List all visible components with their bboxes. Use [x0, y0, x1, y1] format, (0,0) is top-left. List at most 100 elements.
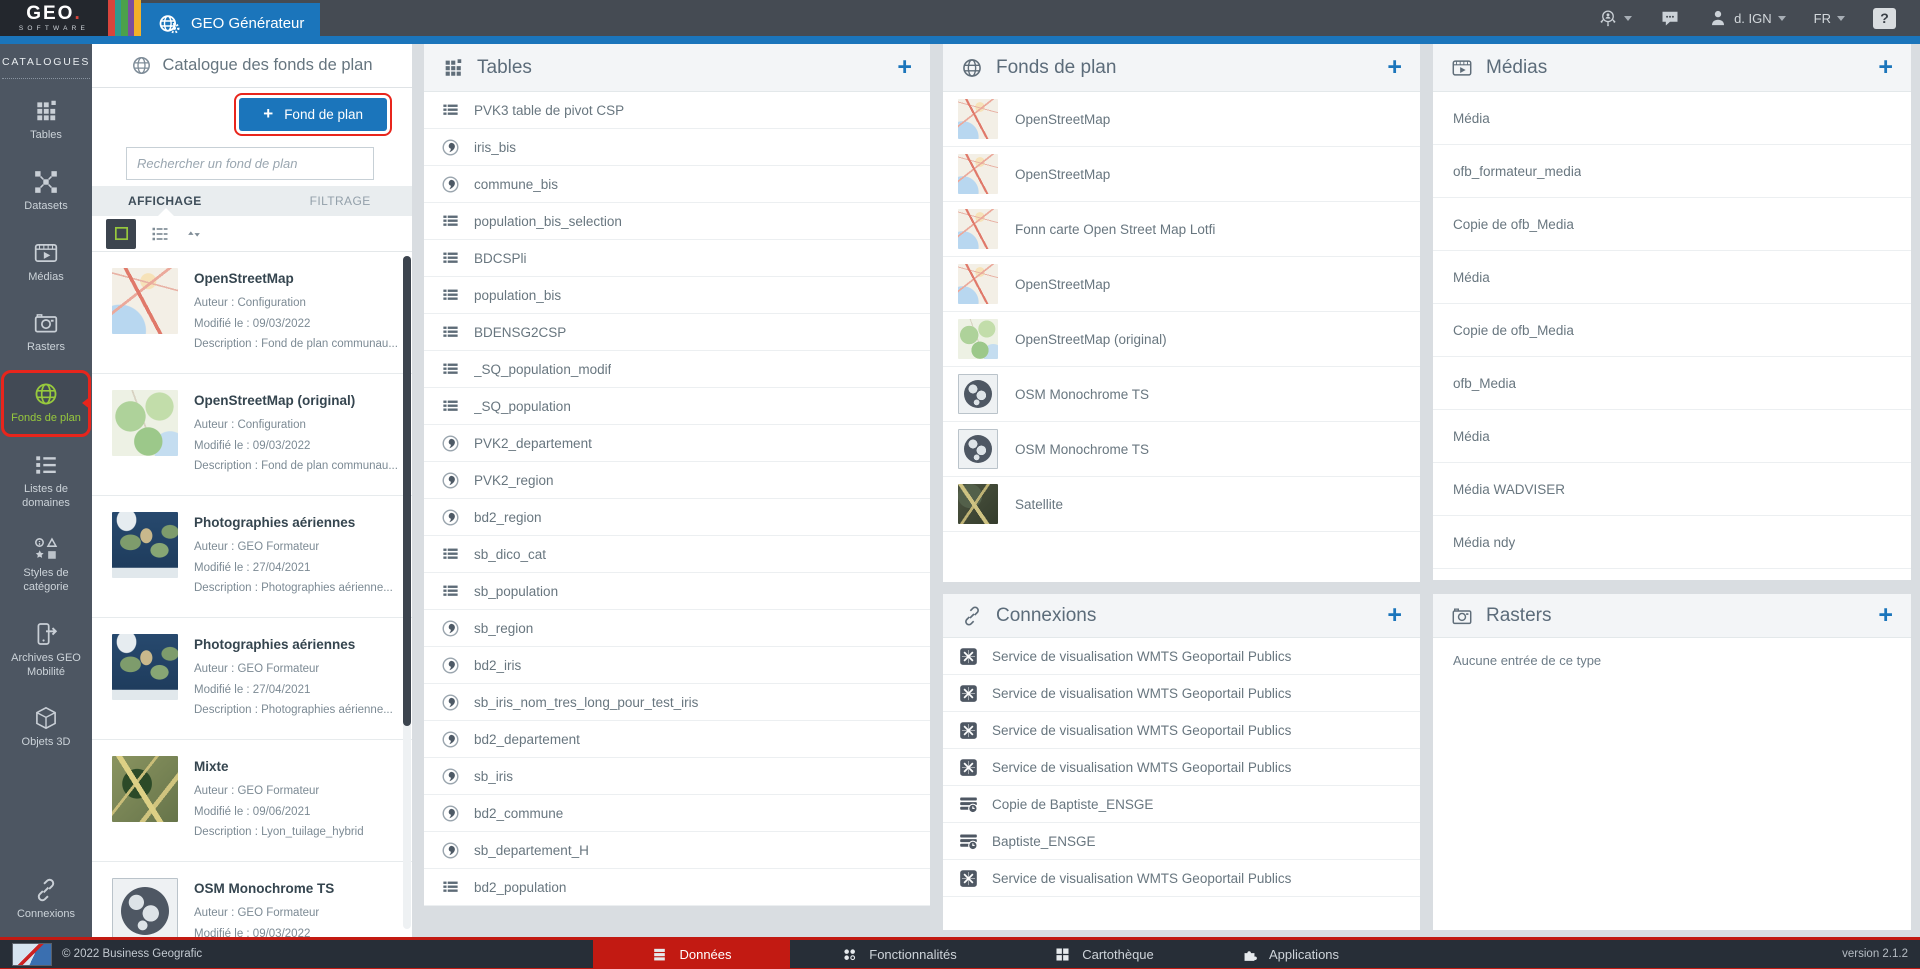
grid-view-icon	[113, 225, 130, 242]
footer-tab-fonctionnalites[interactable]: Fonctionnalités	[790, 940, 1008, 968]
connexion-row[interactable]: Service de visualisation WMTS Geoportail…	[943, 749, 1420, 786]
table-row[interactable]: bd2_population	[424, 869, 930, 906]
footer-tab-donnees[interactable]: Données	[593, 940, 790, 968]
connexion-row[interactable]: Service de visualisation WMTS Geoportail…	[943, 675, 1420, 712]
sidebar-item[interactable]: Datasets	[1, 158, 91, 225]
add-table-button[interactable]: +	[897, 55, 912, 80]
table-row[interactable]: bd2_commune	[424, 795, 930, 832]
media-row[interactable]: Média WADVISER	[1433, 463, 1911, 516]
table-row[interactable]: BDENSG2CSP	[424, 314, 930, 351]
media-row[interactable]: Copie de ofb_Media	[1433, 198, 1911, 251]
fond-de-plan-card[interactable]: Photographies aériennes Auteur : GEO For…	[92, 618, 412, 740]
table-row[interactable]: PVK2_departement	[424, 425, 930, 462]
table-row[interactable]: sb_iris_nom_tres_long_pour_test_iris	[424, 684, 930, 721]
fond-modified-date: Modifié le : 09/03/2022	[194, 436, 398, 457]
fond-row[interactable]: OSM Monochrome TS	[943, 422, 1420, 477]
media-row[interactable]: Copie de ofb_Media	[1433, 304, 1911, 357]
add-connexion-button[interactable]: +	[1387, 603, 1402, 628]
fond-row[interactable]: OpenStreetMap	[943, 257, 1420, 312]
table-row[interactable]: sb_iris	[424, 758, 930, 795]
table-row[interactable]: bd2_iris	[424, 647, 930, 684]
sidebar-item[interactable]: Connexions	[1, 866, 91, 933]
add-fond-button[interactable]: +	[1387, 55, 1402, 80]
table-name: PVK3 table de pivot CSP	[474, 103, 624, 118]
sidebar-item[interactable]: Archives GEO Mobilité	[1, 610, 91, 691]
table-row[interactable]: iris_bis	[424, 129, 930, 166]
chat-button[interactable]	[1660, 8, 1680, 28]
fond-row[interactable]: Satellite	[943, 477, 1420, 532]
fond-row[interactable]: Fonn carte Open Street Map Lotfi	[943, 202, 1420, 257]
connexion-row[interactable]: Baptiste_ENSGE	[943, 823, 1420, 860]
sidebar-item[interactable]: Tables	[1, 87, 91, 154]
sidebar-item[interactable]: Styles de catégorie	[1, 525, 91, 606]
connexion-row[interactable]: Service de visualisation WMTS Geoportail…	[943, 638, 1420, 675]
fond-de-plan-card[interactable]: Photographies aériennes Auteur : GEO For…	[92, 496, 412, 618]
user-menu-button[interactable]: d. IGN	[1708, 8, 1786, 28]
media-row[interactable]: ofb_Media	[1433, 357, 1911, 410]
media-row[interactable]: Média ndy	[1433, 516, 1911, 569]
table-name: population_bis_selection	[474, 214, 622, 229]
sidebar-item[interactable]: Fonds de plan	[1, 370, 91, 437]
media-row[interactable]: ofb_formateur_media	[1433, 145, 1911, 198]
fond-row[interactable]: OpenStreetMap	[943, 92, 1420, 147]
fond-name: OpenStreetMap (original)	[1015, 332, 1167, 347]
table-row[interactable]: PVK2_region	[424, 462, 930, 499]
add-button-row: + Fond de plan	[92, 88, 412, 140]
sort-button[interactable]	[184, 224, 204, 244]
app-tab-geo-generateur[interactable]: GEO Générateur	[141, 3, 320, 44]
scrollbar-thumb[interactable]	[403, 256, 411, 726]
list-view-button[interactable]	[150, 224, 170, 244]
add-media-button[interactable]: +	[1878, 55, 1893, 80]
panel-title: Rasters	[1486, 605, 1551, 627]
footer-tab-applications[interactable]: Applications	[1200, 940, 1380, 968]
sidebar-item[interactable]: Listes de domaines	[1, 441, 91, 522]
table-row[interactable]: _SQ_population_modif	[424, 351, 930, 388]
tab-affichage[interactable]: AFFICHAGE	[128, 194, 202, 208]
add-fond-de-plan-button[interactable]: + Fond de plan	[239, 98, 387, 131]
sidebar-item-label: Listes de domaines	[6, 483, 86, 511]
table-type-icon	[441, 212, 460, 231]
help-button[interactable]: ?	[1873, 8, 1896, 29]
table-row[interactable]: population_bis_selection	[424, 203, 930, 240]
table-row[interactable]: commune_bis	[424, 166, 930, 203]
table-row[interactable]: _SQ_population	[424, 388, 930, 425]
table-row[interactable]: population_bis	[424, 277, 930, 314]
connexion-row[interactable]: Service de visualisation WMTS Geoportail…	[943, 712, 1420, 749]
table-row[interactable]: bd2_departement	[424, 721, 930, 758]
sidebar-item-icon	[33, 169, 59, 195]
tab-filtrage[interactable]: FILTRAGE	[310, 194, 371, 208]
connexion-row[interactable]: Service de visualisation WMTS Geoportail…	[943, 860, 1420, 897]
table-row[interactable]: PVK3 table de pivot CSP	[424, 92, 930, 129]
grid-view-button[interactable]	[106, 219, 136, 249]
table-row[interactable]: sb_dico_cat	[424, 536, 930, 573]
sidebar-item[interactable]: Objets 3D	[1, 694, 91, 761]
table-row[interactable]: sb_departement_H	[424, 832, 930, 869]
search-input[interactable]	[126, 147, 374, 180]
table-row[interactable]: sb_region	[424, 610, 930, 647]
connexion-row[interactable]: Copie de Baptiste_ENSGE	[943, 786, 1420, 823]
add-raster-button[interactable]: +	[1878, 603, 1893, 628]
table-row[interactable]: BDCSPli	[424, 240, 930, 277]
table-row[interactable]: sb_population	[424, 573, 930, 610]
fond-de-plan-card[interactable]: OpenStreetMap (original) Auteur : Config…	[92, 374, 412, 496]
language-menu-button[interactable]: FR	[1814, 11, 1845, 26]
sidebar-item[interactable]: Rasters	[1, 299, 91, 366]
fond-thumbnail	[958, 374, 998, 414]
media-row[interactable]: Média	[1433, 92, 1911, 145]
fonds-de-plan-panel: Fonds de plan + OpenStreetMap OpenStreet…	[943, 44, 1420, 582]
fond-row[interactable]: OpenStreetMap (original)	[943, 312, 1420, 367]
fond-title: OpenStreetMap	[194, 271, 398, 286]
media-row[interactable]: Média	[1433, 410, 1911, 463]
fond-row[interactable]: OpenStreetMap	[943, 147, 1420, 202]
fond-de-plan-card[interactable]: OSM Monochrome TS Auteur : GEO Formateur…	[92, 862, 412, 937]
fond-row[interactable]: OSM Monochrome TS	[943, 367, 1420, 422]
fond-de-plan-card[interactable]: Mixte Auteur : GEO Formateur Modifié le …	[92, 740, 412, 862]
sidebar-item[interactable]: Médias	[1, 229, 91, 296]
fond-name: Satellite	[1015, 497, 1063, 512]
media-row[interactable]: Média	[1433, 251, 1911, 304]
share-menu-button[interactable]	[1598, 8, 1632, 28]
table-row[interactable]: bd2_region	[424, 499, 930, 536]
fond-de-plan-card[interactable]: OpenStreetMap Auteur : Configuration Mod…	[92, 252, 412, 374]
table-name: sb_region	[474, 621, 533, 636]
footer-tab-cartotheque[interactable]: Cartothèque	[1008, 940, 1200, 968]
